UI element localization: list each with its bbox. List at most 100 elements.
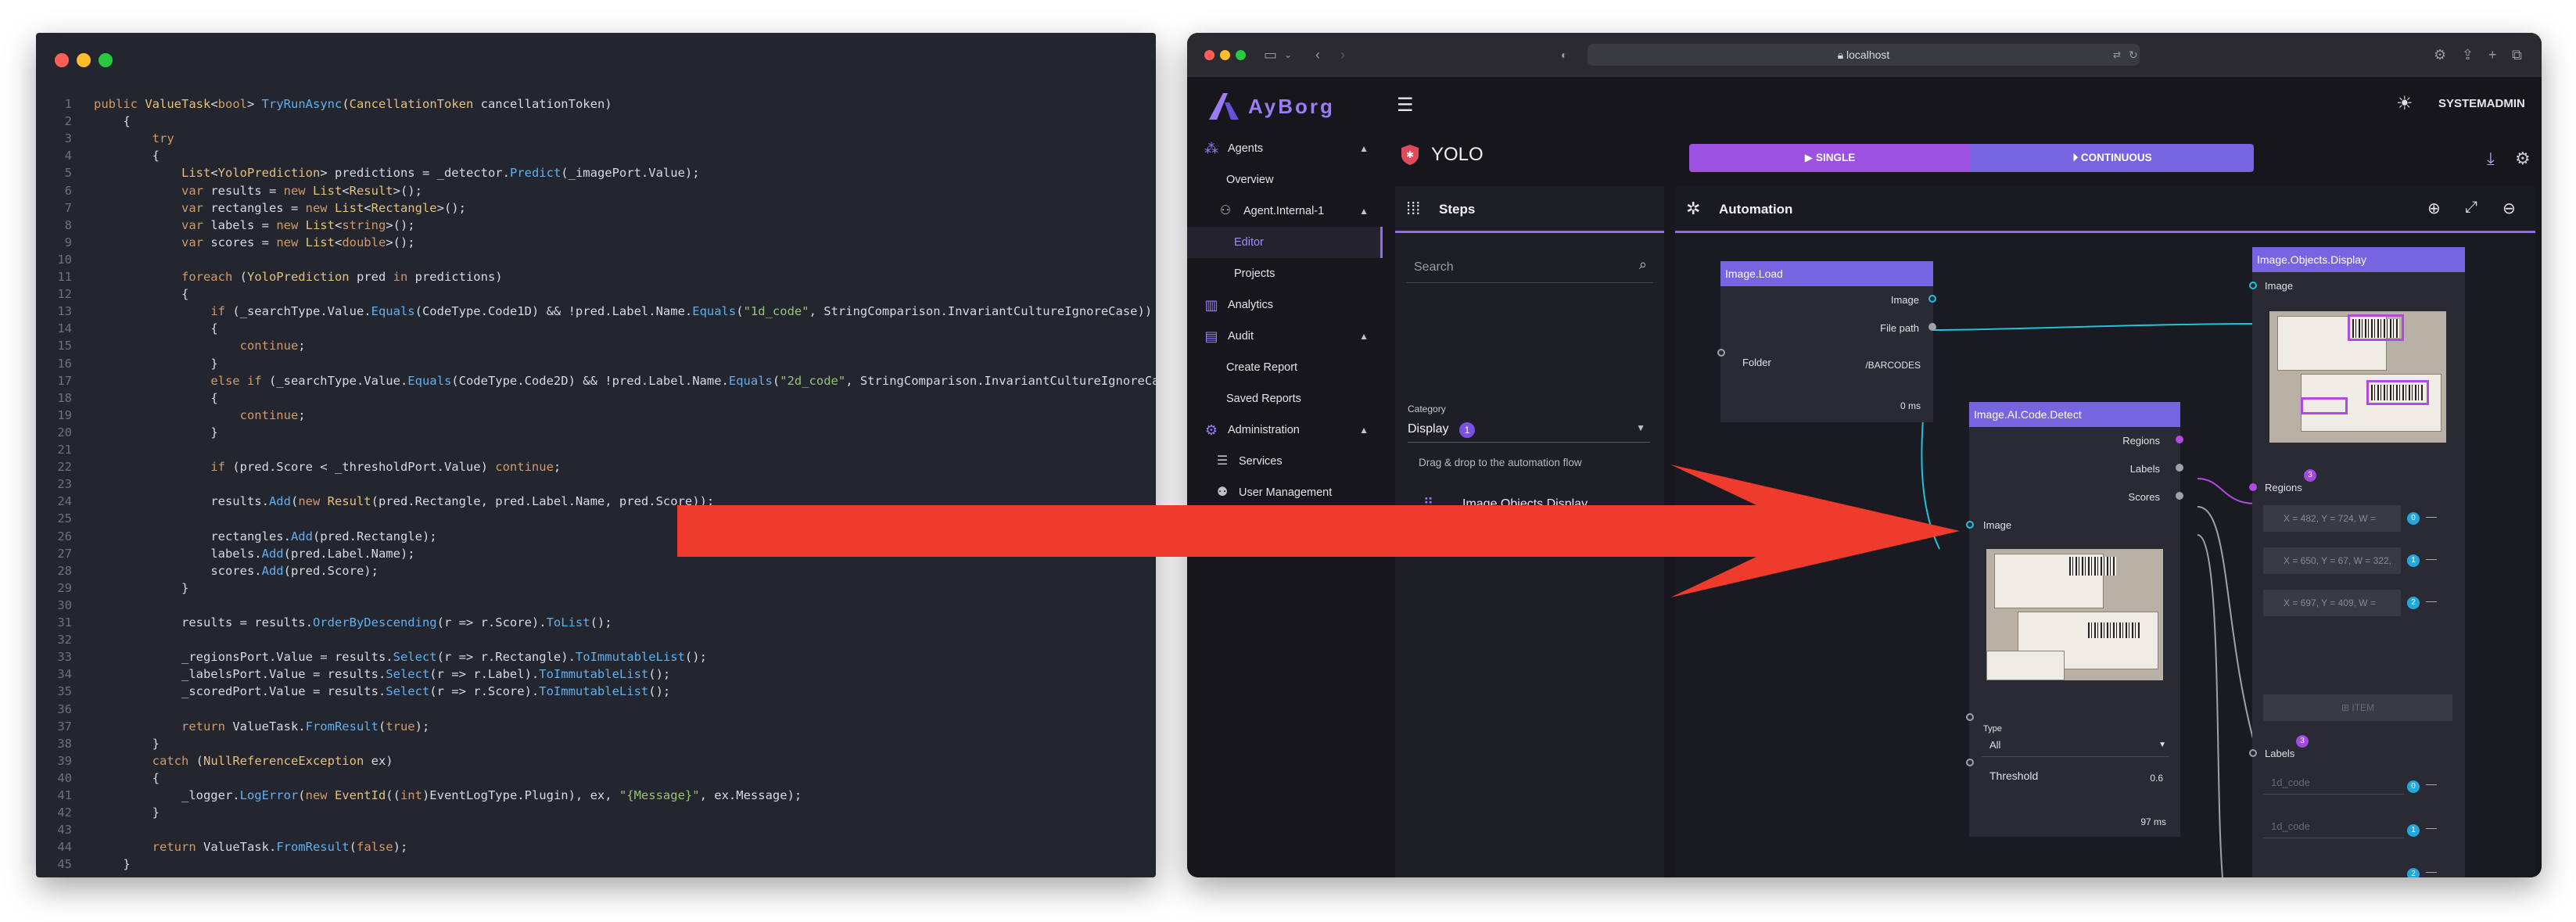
close-window-button[interactable] [55,53,69,67]
sidebar-item-agents[interactable]: ⁂ Agents ▲ [1187,133,1383,164]
type-select[interactable]: All ▼ [1982,734,2169,757]
code-editor-window: 1 public ValueTask<bool> TryRunAsync(Canc… [36,33,1156,877]
reload-icon[interactable]: ↻ [2129,45,2138,64]
browser-minimize-button[interactable] [1220,50,1230,60]
line-number: 32 [57,633,72,648]
sidebar-item-create-report[interactable]: Create Report [1187,352,1383,383]
node-title: Image.AI.Code.Detect [1969,402,2180,427]
label-field-0[interactable]: 1d_code [2263,771,2404,795]
zoom-in-icon[interactable]: ⊕ [2427,199,2441,218]
region-field-2[interactable]: X = 697, Y = 409, W = [2263,590,2401,616]
code-line: 7 var rectangles = new List<Rectangle>()… [36,199,466,217]
address-bar[interactable]: 🔒︎ localhost [1588,44,2140,66]
code-line: 5 List<YoloPrediction> predictions = _de… [36,164,700,181]
input-port-regions[interactable] [2249,483,2257,491]
tab-overview-icon[interactable]: ⧉ [2512,45,2522,64]
automation-panel-header: ✲ Automation ⊕ ⤢ ⊖ [1675,186,2535,233]
page-header: ✱ YOLO ▶ SINGLE ⏵ CONTINUOUS ⤓ ⚙ [1392,133,2534,177]
sidebar-item-overview[interactable]: Overview [1187,164,1383,196]
remove-item-icon[interactable]: — [2426,865,2437,877]
steps-search-input[interactable] [1414,257,1617,278]
code-line: 6 var results = new List<Result>(); [36,182,422,199]
code-line: 32 [36,631,94,648]
line-number: 5 [64,166,72,181]
line-number: 26 [57,529,72,544]
code-line: 35 _scoredPort.Value = results.Select(r … [36,683,670,700]
folder-value[interactable]: /BARCODES [1865,360,1921,371]
sidebar-item-administration[interactable]: ⚙ Administration ▲ [1187,414,1383,446]
input-port-type[interactable] [1966,713,1974,721]
sidebar-item-agent-internal[interactable]: ⚇ Agent.Internal-1 ▲ [1187,196,1383,227]
new-tab-icon[interactable]: + [2488,45,2497,64]
category-select[interactable]: Display 1 ▼ [1408,419,1650,443]
code-line: 33 _regionsPort.Value = results.Select(r… [36,648,707,665]
continuous-run-button[interactable]: ⏵ CONTINUOUS [1971,144,2254,172]
browser-close-button[interactable] [1204,50,1214,60]
output-port-scores[interactable] [2176,492,2183,500]
remove-item-icon[interactable]: — [2426,510,2437,522]
output-port-labels[interactable] [2176,464,2183,472]
threshold-value[interactable]: 0.6 [2150,773,2163,784]
output-port-image[interactable] [1928,295,1936,303]
input-port-image[interactable] [2249,282,2257,289]
code-line: 39 catch (NullReferenceException ex) [36,752,393,770]
line-number: 18 [57,390,72,405]
browser-maximize-button[interactable] [1236,50,1246,60]
sidebar-item-saved-reports[interactable]: Saved Reports [1187,383,1383,414]
category-label: Category [1408,404,1446,414]
add-item-button[interactable]: ⊞ ITEM [2263,694,2452,721]
zoom-out-icon[interactable]: ⊖ [2502,199,2516,218]
label-field-1[interactable]: 1d_code [2263,815,2404,838]
output-port-regions[interactable] [2176,436,2183,443]
remove-item-icon[interactable]: — [2426,552,2437,565]
steps-title: Steps [1439,202,1476,217]
back-icon[interactable]: ‹ [1315,45,1320,64]
fit-screen-icon[interactable]: ⤢ [2465,199,2477,217]
line-number: 12 [57,287,72,302]
menu-icon[interactable]: ☰ [1397,94,1414,117]
translate-icon[interactable]: ⇄ [2113,45,2121,64]
line-number: 27 [57,546,72,561]
node-image-load[interactable]: Image.Load Image File path Folder /BARCO… [1717,261,1936,422]
forward-icon[interactable]: › [1340,45,1345,64]
share-icon[interactable]: ⇪ [2462,45,2474,64]
single-run-button[interactable]: ▶ SINGLE [1689,144,1971,172]
line-number: 16 [57,356,72,371]
input-port-folder[interactable] [1717,349,1725,357]
maximize-window-button[interactable] [99,53,113,67]
node-image-objects-display[interactable]: Image.Objects.Display Image 3 Regions X … [2249,247,2465,877]
brand-logo[interactable]: AyBorg [1207,91,1335,122]
search-icon[interactable]: ⌕ [1639,257,1647,273]
code-line: 16 } [36,355,217,372]
detect-input-image [1986,549,2163,680]
download-icon[interactable]: ⤓ [2487,149,2495,169]
input-port-threshold[interactable] [1966,759,1974,766]
code-line: 14 { [36,320,217,337]
remove-item-icon[interactable]: — [2426,777,2437,790]
sidebar-item-analytics[interactable]: ▥ Analytics [1187,289,1383,321]
input-port-labels[interactable] [2249,749,2257,757]
settings-gear-icon[interactable]: ⚙ [2515,149,2531,169]
code-line: 20 } [36,424,217,441]
shield-icon[interactable]: ◐ [1561,45,1567,64]
extensions-icon[interactable]: ⚙ [2434,45,2446,64]
node-image-ai-code-detect[interactable]: Image.AI.Code.Detect Regions Labels Scor… [1966,402,2183,837]
theme-toggle-icon[interactable]: ☀ [2396,92,2413,115]
input-port-image[interactable] [1966,521,1974,529]
category-value: Display [1408,422,1449,436]
sidebar-item-audit[interactable]: ▤ Audit ▲ [1187,321,1383,352]
remove-item-icon[interactable]: — [2426,594,2437,607]
sidebar-toggle-icon[interactable]: ▭ [1264,45,1277,64]
line-number: 3 [64,131,72,146]
output-port-file-path[interactable] [1928,323,1936,331]
region-field-0[interactable]: X = 482, Y = 724, W = [2263,505,2401,532]
user-menu[interactable]: SYSTEMADMIN [2438,97,2525,110]
sidebar-item-projects[interactable]: Projects [1187,258,1383,289]
chevron-down-icon[interactable]: ⌄ [1284,45,1292,64]
minimize-window-button[interactable] [77,53,91,67]
region-field-1[interactable]: X = 650, Y = 67, W = 322, [2263,547,2401,574]
code-line: 45 } [36,856,130,873]
remove-item-icon[interactable]: — [2426,821,2437,834]
sidebar-item-editor[interactable]: Editor [1187,227,1383,258]
code-line: 10 [36,251,94,268]
